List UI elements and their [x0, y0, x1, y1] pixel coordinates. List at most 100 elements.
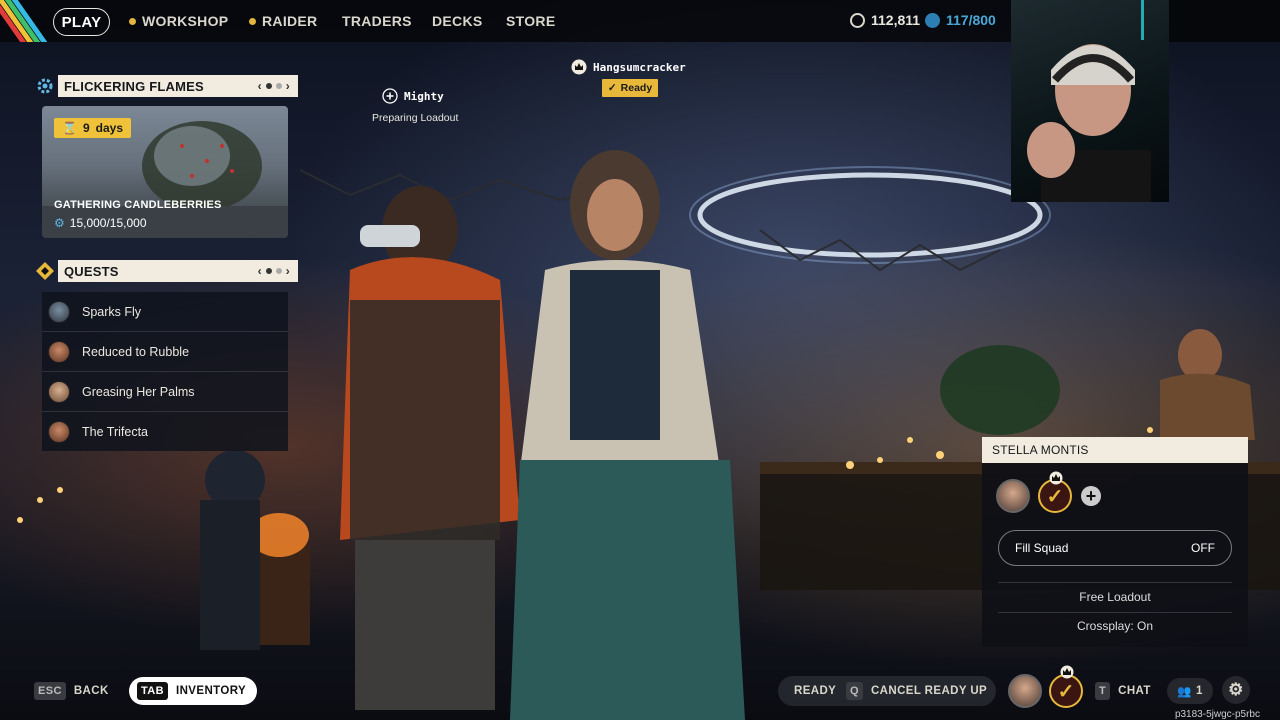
quest-item[interactable]: The Trifecta [42, 412, 288, 451]
chat-button[interactable]: T CHAT [1095, 678, 1151, 704]
player-avatar-small[interactable] [1008, 674, 1042, 708]
prev-arrow-icon[interactable]: ‹ [258, 79, 262, 93]
quest-giver-avatar [48, 340, 70, 363]
divider [998, 582, 1232, 583]
fill-squad-label: Fill Squad [1015, 541, 1069, 555]
ready-button[interactable]: READY [794, 678, 836, 704]
tokens-balance: 117/800 [925, 12, 996, 28]
token-icon [925, 12, 940, 28]
coins-value: 112,811 [871, 12, 921, 28]
quest-item[interactable]: Reduced to Rubble [42, 332, 288, 372]
friends-count: 1 [1195, 685, 1203, 697]
squad-panel: STELLA MONTIS ✓ + Fill Squad OFF Free Lo… [982, 437, 1248, 647]
coins-balance: 112,811 [850, 12, 920, 28]
q-key-hint: Q [846, 682, 863, 700]
friends-icon: 👥 [1177, 686, 1192, 698]
cancel-ready-button[interactable]: Q CANCEL READY UP [846, 678, 987, 704]
play-tab[interactable]: PLAY [53, 8, 110, 36]
days-number: 9 [82, 121, 90, 135]
quest-label: Sparks Fly [82, 304, 142, 319]
teammate-name: Mighty [404, 89, 444, 103]
crown-icon [1060, 665, 1074, 679]
leader-ready-avatar-small[interactable]: ✓ [1049, 674, 1083, 708]
add-player-icon[interactable]: + [1081, 486, 1101, 506]
check-icon: ✓ [1046, 485, 1064, 508]
quest-item[interactable]: Sparks Fly [42, 292, 288, 332]
quest-label: Greasing Her Palms [82, 384, 195, 399]
cancel-ready-label: CANCEL READY UP [870, 685, 988, 697]
quest-giver-avatar [48, 300, 70, 323]
event-header: FLICKERING FLAMES ‹ › [58, 75, 298, 97]
hourglass-icon: ⌛ [62, 121, 77, 135]
esc-key-hint: ESC [34, 682, 66, 700]
event-progress-value: 15,000/15,000 [69, 216, 147, 230]
crossplay-setting[interactable]: Crossplay: On [998, 619, 1232, 633]
divider [998, 612, 1232, 613]
quest-giver-avatar [48, 380, 70, 403]
fill-squad-value: OFF [1191, 541, 1215, 555]
streamer-figure [1027, 0, 1151, 202]
coin-icon [850, 12, 865, 28]
brand-stripes [0, 0, 48, 42]
quest-list: Sparks Fly Reduced to Rubble Greasing He… [42, 292, 288, 451]
top-bar-right-fill [1169, 0, 1280, 42]
prev-arrow-icon[interactable]: ‹ [258, 264, 262, 278]
tab-key-hint: TAB [137, 682, 168, 700]
pager-dot [275, 268, 282, 274]
quests-header: QUESTS ‹ › [58, 260, 298, 282]
session-id: p3183-5jwgc-p5rbc [1174, 709, 1260, 720]
next-arrow-icon[interactable]: › [286, 264, 290, 278]
ready-status-text: Ready [620, 82, 653, 94]
days-unit: days [95, 121, 123, 135]
event-gear-icon [35, 76, 55, 96]
event-title: GATHERING CANDLEBERRIES [54, 199, 222, 211]
event-pager: ‹ › [258, 79, 290, 93]
check-icon: ✓ [1057, 680, 1075, 703]
workshop-label: WORKSHOP [142, 13, 229, 29]
decks-tab[interactable]: DECKS [432, 8, 483, 34]
quest-label: The Trifecta [82, 424, 148, 439]
crown-icon [571, 59, 587, 75]
ready-status-badge: ✓ Ready [602, 79, 658, 97]
leader-nameplate: Hangsumcracker [571, 59, 686, 75]
traders-tab[interactable]: TRADERS [342, 8, 412, 34]
gear-icon: ⚙ [54, 216, 65, 230]
back-label: BACK [73, 685, 109, 697]
next-arrow-icon[interactable]: › [286, 79, 290, 93]
quests-pager: ‹ › [258, 264, 290, 278]
inventory-button[interactable]: TAB INVENTORY [129, 677, 257, 705]
quest-label: Reduced to Rubble [82, 344, 190, 359]
workshop-tab[interactable]: WORKSHOP [129, 8, 228, 34]
event-card[interactable]: ⌛ 9 days GATHERING CANDLEBERRIES ⚙ 15,00… [42, 106, 288, 238]
store-tab[interactable]: STORE [506, 8, 555, 34]
webcam-overlay [1011, 0, 1169, 202]
notification-dot-icon [249, 17, 256, 25]
quest-diamond-icon [35, 261, 55, 281]
fill-squad-toggle[interactable]: Fill Squad OFF [998, 530, 1232, 566]
chat-label: CHAT [1118, 685, 1151, 697]
player-avatar[interactable] [996, 479, 1030, 513]
crown-icon [1049, 471, 1063, 485]
quests-header-title: QUESTS [64, 263, 119, 279]
pager-dot-active [265, 83, 272, 89]
squad-location: STELLA MONTIS [982, 437, 1248, 463]
inventory-label: INVENTORY [176, 685, 247, 697]
quest-giver-avatar [48, 420, 70, 443]
free-loadout-button[interactable]: Free Loadout [998, 590, 1232, 604]
notification-dot-icon [129, 17, 136, 25]
check-icon: ✓ [607, 82, 617, 94]
tokens-value: 117/800 [946, 12, 996, 28]
friends-button[interactable]: 👥 1 [1167, 678, 1213, 704]
teammate-nameplate: Mighty [382, 88, 444, 104]
settings-gear-icon[interactable]: ⚙ [1222, 676, 1250, 704]
pager-dot-active [265, 268, 272, 274]
pager-dot [275, 83, 282, 89]
leader-name: Hangsumcracker [593, 60, 686, 74]
raider-label: RAIDER [262, 13, 318, 29]
quest-item[interactable]: Greasing Her Palms [42, 372, 288, 412]
days-remaining-badge: ⌛ 9 days [54, 118, 131, 138]
t-key-hint: T [1095, 682, 1111, 700]
back-button[interactable]: ESC BACK [34, 678, 109, 704]
raider-tab[interactable]: RAIDER [249, 8, 317, 34]
teammate-status: Preparing Loadout [372, 112, 459, 124]
